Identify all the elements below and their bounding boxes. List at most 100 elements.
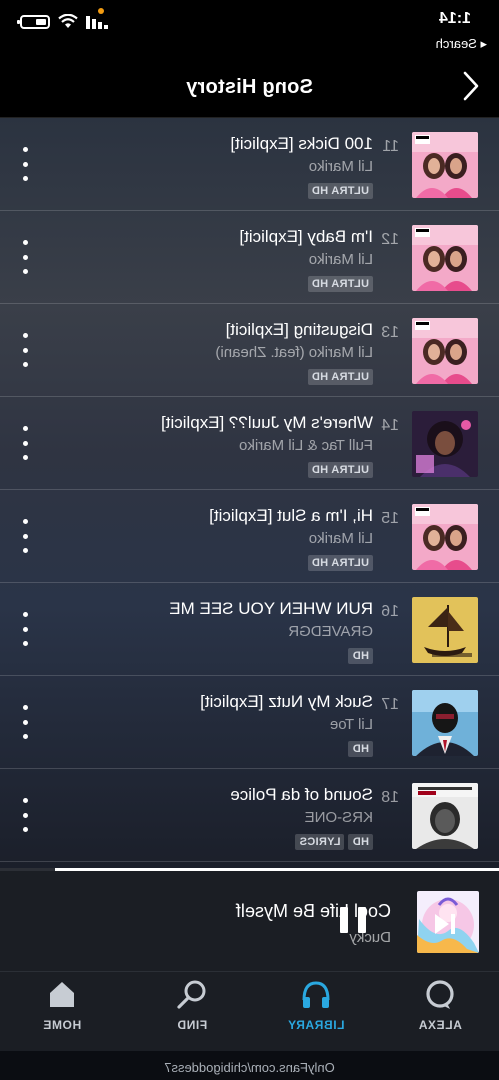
battery-icon [17,14,50,29]
track-number: 13 [381,324,399,341]
quality-badge: ULTRA HD [307,369,373,385]
more-dot [23,719,29,725]
more-dot [23,734,29,739]
page-header: Song History [0,50,499,118]
more-dot [23,812,29,818]
home-icon [50,982,74,1007]
previous-track-button[interactable] [432,911,458,937]
track-title: Sound of da Police [230,785,373,804]
skip-previous-icon [435,914,455,934]
quality-badges: ULTRA HD [307,462,373,478]
more-dot [23,548,29,553]
album-art-image [412,225,478,291]
track-title: RUN WHEN YOU SEE ME [169,599,373,618]
more-dot [23,612,29,617]
quality-badge: ULTRA HD [307,462,373,478]
track-artist: KRS-ONE [304,809,373,826]
quality-badges: ULTRA HD [307,555,373,571]
pause-bar [340,907,348,933]
track-title: Hi, I'm a Slut [Explicit] [209,506,373,525]
tab-label: ALEXA [418,1018,462,1032]
album-art-image [412,783,478,849]
search-icon [177,980,206,1009]
more-dot [23,705,29,710]
headphones-icon [302,981,330,1008]
status-time: 1:14 [438,10,471,27]
album-art[interactable] [412,225,478,291]
more-dot [23,798,29,803]
more-options-button[interactable] [14,237,38,277]
quality-badge: ULTRA HD [307,555,373,571]
album-art-image [412,690,478,756]
tab-find[interactable]: FIND [147,978,237,1038]
track-row[interactable]: 13 Disgusting [Explicit] Lil Mariko (fea… [0,304,499,397]
quality-badge: HD [348,648,373,664]
more-dot [23,362,29,367]
track-row[interactable]: 14 Where's My Juul?? [Explicit] Full Tac… [0,397,499,490]
quality-badge: ULTRA HD [307,276,373,292]
pause-button[interactable] [340,907,366,937]
more-options-button[interactable] [14,516,38,556]
tab-label: HOME [42,1018,82,1032]
status-bar: 1:14 ◂ Search [0,0,499,51]
now-playing-bar[interactable]: Cool Life Be Myself Ducky [0,871,499,971]
track-row[interactable]: 17 Suck My Nutz [Explicit] Lil Toe HD [0,676,499,769]
track-artist: Lil Mariko (feat. Zheani) [215,344,373,361]
track-artist: GRAVEDGR [288,623,373,640]
more-options-button[interactable] [14,795,38,835]
quality-badges: HD [348,741,373,757]
album-art[interactable] [412,318,478,384]
more-options-button[interactable] [14,609,38,649]
track-artist: Lil Mariko [308,530,373,547]
more-dot [23,519,29,524]
now-playing-title: Cool Life Be Myself [235,901,391,921]
alexa-ring-icon [426,980,454,1009]
track-row[interactable]: 15 Hi, I'm a Slut [Explicit] Lil Mariko … [0,490,499,583]
more-options-button[interactable] [14,702,38,742]
tab-home[interactable]: HOME [17,978,107,1038]
quality-badge: HD [348,834,373,850]
page-title: Song History [186,76,313,98]
tab-alexa[interactable]: ALEXA [395,978,485,1038]
album-art[interactable] [412,132,478,198]
more-options-button[interactable] [14,423,38,463]
album-art[interactable] [412,597,478,663]
more-dot [23,440,29,446]
track-artist: Full Tac & Lil Mariko [239,437,373,454]
track-number: 18 [381,789,399,806]
more-dot [23,254,29,260]
more-options-button[interactable] [14,144,38,184]
album-art[interactable] [412,504,478,570]
quality-badge: LYRICS [295,834,345,850]
album-art-image [412,411,478,477]
track-row[interactable]: 18 Sound of da Police KRS-ONE HD LYRICS [0,769,499,862]
quality-badges: ULTRA HD [307,276,373,292]
more-dot [23,347,29,353]
more-dot [23,240,29,245]
more-dot [23,533,29,539]
more-dot [23,426,29,431]
album-art-image [412,132,478,198]
watermark-text: OnlyFans.com/chibigoddess7 [164,1060,335,1075]
track-row[interactable]: 11 100 Dicks [Explicit] Lil Mariko ULTRA… [0,118,499,211]
track-number: 12 [381,231,399,248]
track-row[interactable]: 12 I'm Baby [Explicit] Lil Mariko ULTRA … [0,211,499,304]
tab-library[interactable]: LIBRARY [271,978,361,1038]
track-number: 11 [382,138,399,155]
album-art[interactable] [412,411,478,477]
quality-badge: HD [348,741,373,757]
more-dot [23,147,29,152]
more-options-button[interactable] [14,330,38,370]
track-artist: Lil Toe [329,716,373,733]
track-number: 14 [381,417,399,434]
quality-badges: ULTRA HD [307,183,373,199]
quality-badges: HD LYRICS [295,834,373,850]
cellular-signal-icon [86,15,108,29]
track-number: 16 [381,603,399,620]
app-screen: 1:14 ◂ Search Song History 11 100 Dicks … [0,0,499,1080]
album-art[interactable] [412,783,478,849]
track-row[interactable]: 16 RUN WHEN YOU SEE ME GRAVEDGR HD [0,583,499,676]
album-art[interactable] [412,690,478,756]
track-title: 100 Dicks [Explicit] [230,134,373,153]
album-art-image [412,504,478,570]
